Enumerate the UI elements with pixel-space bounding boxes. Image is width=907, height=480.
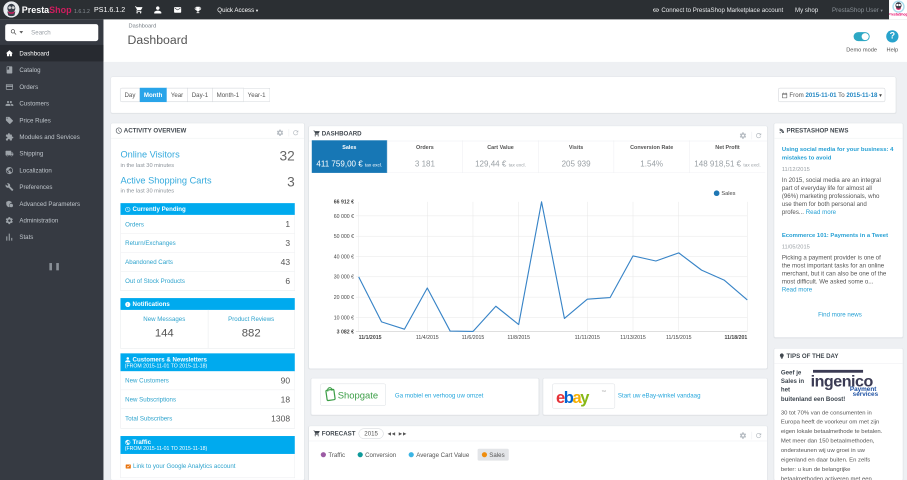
svg-text:11/4/2015: 11/4/2015 xyxy=(416,335,439,341)
svg-text:30 000 €: 30 000 € xyxy=(334,275,354,281)
svg-text:60 000 €: 60 000 € xyxy=(334,214,354,220)
svg-text:11/1/2015: 11/1/2015 xyxy=(359,335,382,341)
svg-text:Sales: Sales xyxy=(721,191,735,197)
svg-text:PrestaShop: PrestaShop xyxy=(889,13,907,17)
svg-text:ebay: ebay xyxy=(556,388,590,407)
svg-text:66 912 €: 66 912 € xyxy=(334,200,354,206)
svg-text:11/11/2015: 11/11/2015 xyxy=(575,335,600,341)
svg-text:11/18/201: 11/18/201 xyxy=(724,335,747,341)
svg-text:™: ™ xyxy=(601,390,606,396)
svg-text:11/13/2015: 11/13/2015 xyxy=(620,335,646,341)
svg-text:11/6/2015: 11/6/2015 xyxy=(462,335,485,341)
svg-text:Shopgate: Shopgate xyxy=(338,391,378,402)
svg-text:40 000 €: 40 000 € xyxy=(334,254,354,260)
svg-text:services: services xyxy=(853,391,879,396)
svg-text:20 000 €: 20 000 € xyxy=(334,295,354,301)
svg-text:11/8/2015: 11/8/2015 xyxy=(507,335,530,341)
svg-text:50 000 €: 50 000 € xyxy=(334,234,354,240)
svg-text:11/15/2015: 11/15/2015 xyxy=(666,335,692,341)
svg-text:3 082 €: 3 082 € xyxy=(337,329,354,335)
svg-text:10 000 €: 10 000 € xyxy=(334,315,354,321)
